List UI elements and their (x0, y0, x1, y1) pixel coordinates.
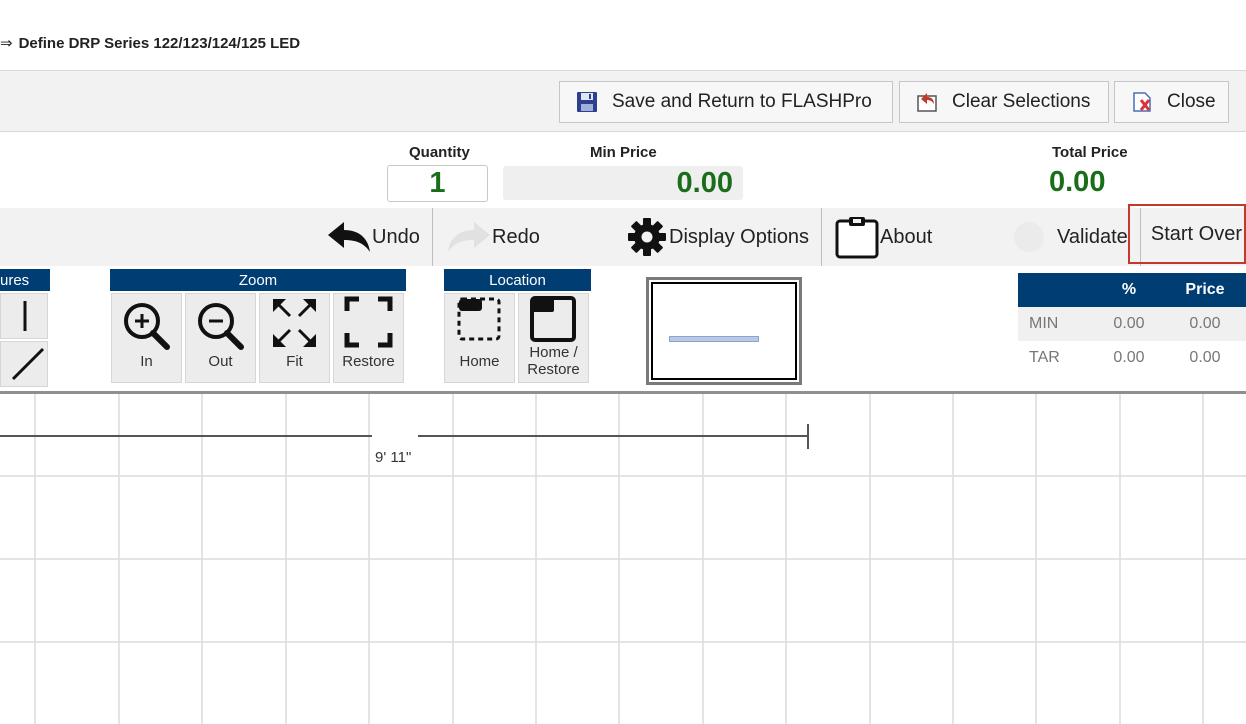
page-title: ⇒ Define DRP Series 122/123/124/125 LED (0, 34, 300, 52)
undo-button[interactable]: Undo (326, 208, 420, 266)
redo-icon (448, 222, 490, 252)
start-over-button[interactable]: Start Over (1128, 204, 1246, 264)
redo-label: Redo (492, 225, 540, 248)
action-toolbar: Undo Redo Display Options About Validate… (0, 204, 1246, 266)
row-label: MIN (1018, 307, 1094, 341)
start-over-label: Start Over (1150, 222, 1242, 245)
arrow-right-icon: ⇒ (0, 35, 13, 52)
redo-button[interactable]: Redo (446, 208, 540, 266)
design-canvas[interactable] (0, 394, 1246, 724)
floppy-disk-icon (577, 92, 597, 112)
zoom-fit-label: Fit (286, 353, 303, 370)
home-label: Home (459, 353, 500, 370)
clipboard-icon (835, 217, 879, 259)
features-panel-header: ures (0, 269, 50, 291)
location-panel-title: Location (489, 271, 546, 289)
preview-sign-shape (669, 336, 759, 342)
price-table-header-price: Price (1164, 273, 1246, 307)
validate-button[interactable]: Validate (1014, 208, 1128, 266)
gear-icon (628, 218, 666, 256)
canvas-grid (0, 394, 1246, 724)
zoom-panel-header: Zoom (110, 269, 406, 291)
zoom-in-button[interactable]: In (111, 293, 182, 383)
diagonal-line-tool[interactable] (0, 341, 48, 387)
zoom-fit-button[interactable]: Fit (259, 293, 330, 383)
price-table-header-row: % Price (1018, 273, 1246, 307)
preview-frame (651, 282, 797, 380)
validate-label: Validate (1057, 225, 1128, 248)
dimension-label: 9' 11" (375, 449, 412, 466)
total-price-label: Total Price (1052, 144, 1128, 161)
diagonal-line-icon (11, 347, 45, 381)
min-price-label: Min Price (590, 144, 657, 161)
save-button-label: Save and Return to FLASHPro (612, 91, 872, 112)
dimension-line (0, 424, 809, 449)
price-table-header-blank (1018, 273, 1094, 307)
clear-selections-button[interactable]: Clear Selections (899, 81, 1109, 123)
table-row: MIN 0.00 0.00 (1018, 307, 1246, 341)
layout-preview-thumbnail[interactable] (646, 277, 802, 385)
header-toolbar: Save and Return to FLASHPro Clear Select… (0, 70, 1246, 132)
total-price-value: 0.00 (1049, 166, 1106, 198)
clear-undo-icon (917, 93, 937, 112)
vertical-line-tool[interactable] (0, 293, 48, 339)
row-percent: 0.00 (1113, 349, 1145, 366)
undo-label: Undo (372, 225, 420, 248)
quantity-value: 1 (429, 167, 446, 199)
vertical-line-icon (23, 301, 27, 331)
min-price-field: 0.00 (503, 166, 743, 200)
zoom-in-icon (124, 303, 170, 350)
price-table-header-percent: % (1094, 273, 1164, 307)
home-view-icon (457, 297, 501, 341)
row-price: 0.00 (1164, 307, 1246, 341)
display-options-button[interactable]: Display Options (625, 208, 809, 266)
page-title-text: Define DRP Series 122/123/124/125 LED (18, 35, 301, 52)
zoom-out-icon (198, 303, 244, 350)
zoom-in-label: In (140, 353, 153, 370)
validate-status-icon (1014, 222, 1044, 252)
row-percent: 0.00 (1094, 307, 1164, 341)
zoom-restore-button[interactable]: Restore (333, 293, 404, 383)
save-and-return-button[interactable]: Save and Return to FLASHPro (559, 81, 893, 123)
display-options-label: Display Options (669, 225, 810, 248)
location-panel-header: Location (444, 269, 591, 291)
table-row: TAR 0.00 0.00 (1018, 341, 1246, 375)
quantity-label: Quantity (409, 144, 470, 161)
price-summary-table: % Price MIN 0.00 0.00 TAR 0.00 0.00 (1018, 273, 1246, 375)
zoom-panel-title: Zoom (238, 271, 278, 289)
close-button-label: Close (1167, 91, 1216, 112)
toolbar-divider (821, 208, 822, 266)
features-panel-title: ures (0, 271, 30, 289)
clear-button-label: Clear Selections (952, 91, 1091, 112)
close-document-icon (1133, 92, 1151, 112)
undo-icon (328, 222, 370, 252)
quantity-input[interactable]: 1 (387, 165, 488, 202)
home-restore-button[interactable]: Home / Restore (518, 293, 589, 383)
fit-arrows-icon (273, 299, 316, 347)
zoom-out-label: Out (208, 353, 233, 370)
about-button[interactable]: About (834, 208, 932, 266)
row-label: TAR (1029, 349, 1060, 366)
restore-corners-icon (344, 296, 393, 348)
zoom-restore-label: Restore (342, 353, 395, 370)
home-button[interactable]: Home (444, 293, 515, 383)
row-price: 0.00 (1189, 349, 1221, 366)
about-label: About (880, 225, 933, 248)
home-restore-icon (530, 296, 576, 342)
zoom-out-button[interactable]: Out (185, 293, 256, 383)
toolbar-divider (432, 208, 433, 266)
min-price-value: 0.00 (676, 166, 733, 199)
close-button[interactable]: Close (1114, 81, 1229, 123)
